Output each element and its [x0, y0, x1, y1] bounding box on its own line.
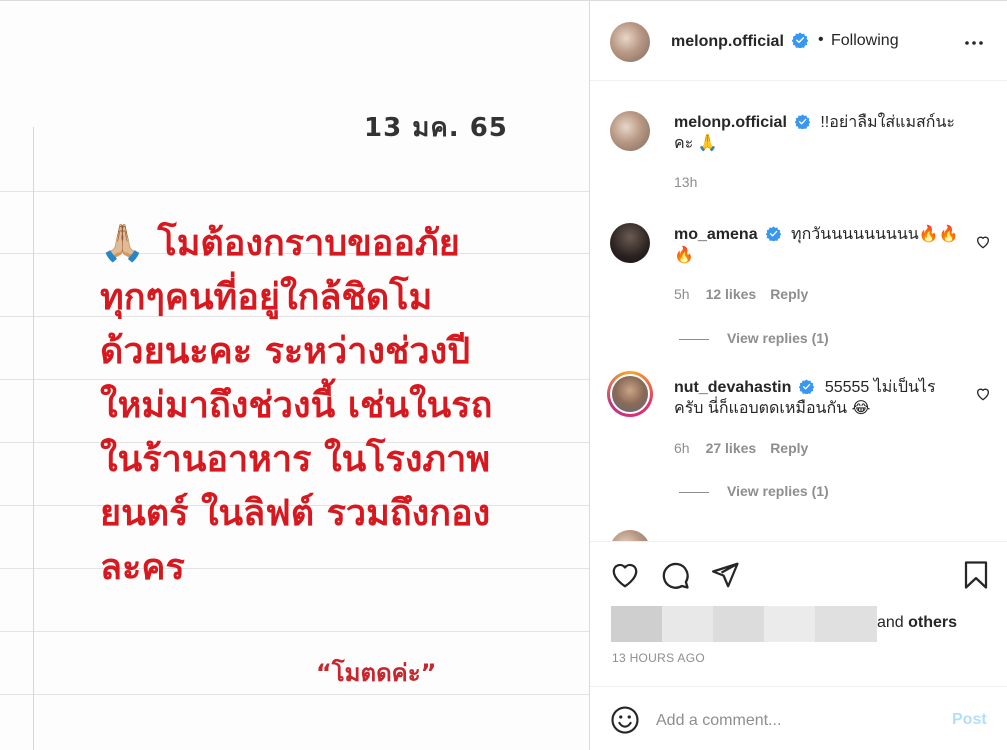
comment-text-wrap: mo_amena ทุกวันนนนนนนนน🔥🔥🔥	[674, 224, 964, 266]
avatar[interactable]	[610, 530, 650, 541]
blurred-likers	[764, 606, 815, 642]
post-actions: and others 13 HOURS AGO	[590, 541, 1007, 686]
likes-others-link[interactable]: others	[908, 614, 957, 631]
view-replies-button[interactable]: View replies (1)	[679, 330, 829, 346]
post-image[interactable]: 13 มค. 65 🙏🏼 โมต้องกราบขออภัย ทุกๆคนที่อ…	[0, 0, 589, 750]
comment-text-wrap: nut_devahastin 55555 ไม่เป็นไรครับ นี่ก็…	[674, 377, 949, 419]
post-button[interactable]: Post	[952, 711, 987, 729]
paper-line	[0, 191, 589, 192]
add-comment-bar: Post	[590, 686, 1007, 750]
caption: melonp.official !!อย่าลืมใส่แมสก์นะคะ 🙏 …	[590, 109, 1007, 199]
emoji-icon[interactable]	[610, 705, 640, 735]
like-comment-heart-icon[interactable]	[975, 386, 991, 402]
paper-line	[0, 631, 589, 632]
avatar[interactable]	[610, 111, 650, 151]
comment-meta: 5h 12 likes Reply	[674, 286, 808, 302]
verified-icon	[799, 379, 815, 394]
margin-line	[33, 127, 34, 750]
view-replies-button[interactable]: View replies (1)	[679, 483, 829, 499]
replies-divider	[679, 491, 709, 493]
comment-likes[interactable]: 27 likes	[706, 440, 757, 456]
post-date: 13 มค. 65	[364, 113, 508, 143]
avatar-story-ring[interactable]	[607, 371, 653, 417]
blurred-likers	[815, 606, 877, 642]
blurred-likers	[611, 606, 662, 642]
comment-icon[interactable]	[660, 560, 690, 590]
verified-icon	[792, 32, 809, 48]
post-header: melonp.official • Following	[590, 1, 1007, 81]
comment-likes[interactable]: 12 likes	[706, 286, 757, 302]
view-replies-label: View replies (1)	[727, 330, 829, 346]
comment-username[interactable]: nut_devahastin	[674, 379, 791, 396]
comment-username[interactable]: mo_amena	[674, 226, 758, 243]
header-username-wrap[interactable]: melonp.official	[671, 32, 809, 51]
post-timestamp[interactable]: 13 HOURS AGO	[612, 651, 705, 665]
bookmark-icon[interactable]	[961, 560, 991, 590]
blurred-likers	[662, 606, 713, 642]
view-replies-label: View replies (1)	[727, 483, 829, 499]
caption-text-wrap: melonp.official !!อย่าลืมใส่แมสก์นะคะ 🙏	[674, 112, 974, 154]
replies-divider	[679, 338, 709, 340]
comment-item-partial	[590, 528, 1007, 541]
liked-by[interactable]: and others	[611, 606, 991, 642]
share-icon[interactable]	[710, 560, 740, 590]
avatar[interactable]	[610, 223, 650, 263]
more-icon[interactable]	[962, 31, 986, 55]
comments-list[interactable]: melonp.official !!อย่าลืมใส่แมสก์นะคะ 🙏 …	[590, 82, 1007, 541]
post-body-text: 🙏🏼 โมต้องกราบขออภัย ทุกๆคนที่อยู่ใกล้ชิด…	[100, 223, 493, 588]
comment-time[interactable]: 5h	[674, 286, 690, 302]
comment-item: mo_amena ทุกวันนนนนนนนน🔥🔥🔥 5h 12 likes Rep…	[590, 221, 1007, 351]
likes-and: and	[877, 614, 904, 631]
like-comment-heart-icon[interactable]	[975, 234, 991, 250]
comment-input[interactable]	[656, 707, 936, 735]
side-panel: melonp.official • Following melonp.offic…	[589, 0, 1007, 750]
post-signature: “โมตดค่ะ”	[316, 659, 437, 687]
comment-time[interactable]: 6h	[674, 440, 690, 456]
avatar	[610, 374, 650, 414]
reply-button[interactable]: Reply	[770, 286, 808, 302]
comment-item: nut_devahastin 55555 ไม่เป็นไรครับ นี่ก็…	[590, 371, 1007, 502]
paper-line	[0, 694, 589, 695]
reply-button[interactable]: Reply	[770, 440, 808, 456]
caption-time[interactable]: 13h	[674, 174, 697, 190]
verified-icon	[794, 114, 810, 129]
header-username[interactable]: melonp.official	[671, 33, 784, 50]
avatar[interactable]	[610, 22, 650, 62]
heart-icon[interactable]	[610, 560, 640, 590]
verified-icon	[765, 226, 781, 241]
following-button[interactable]: Following	[831, 32, 899, 50]
blurred-likers	[713, 606, 764, 642]
header-dot: •	[818, 31, 824, 48]
likes-summary: and others	[877, 614, 957, 632]
caption-username[interactable]: melonp.official	[674, 114, 787, 131]
comment-meta: 6h 27 likes Reply	[674, 440, 808, 456]
